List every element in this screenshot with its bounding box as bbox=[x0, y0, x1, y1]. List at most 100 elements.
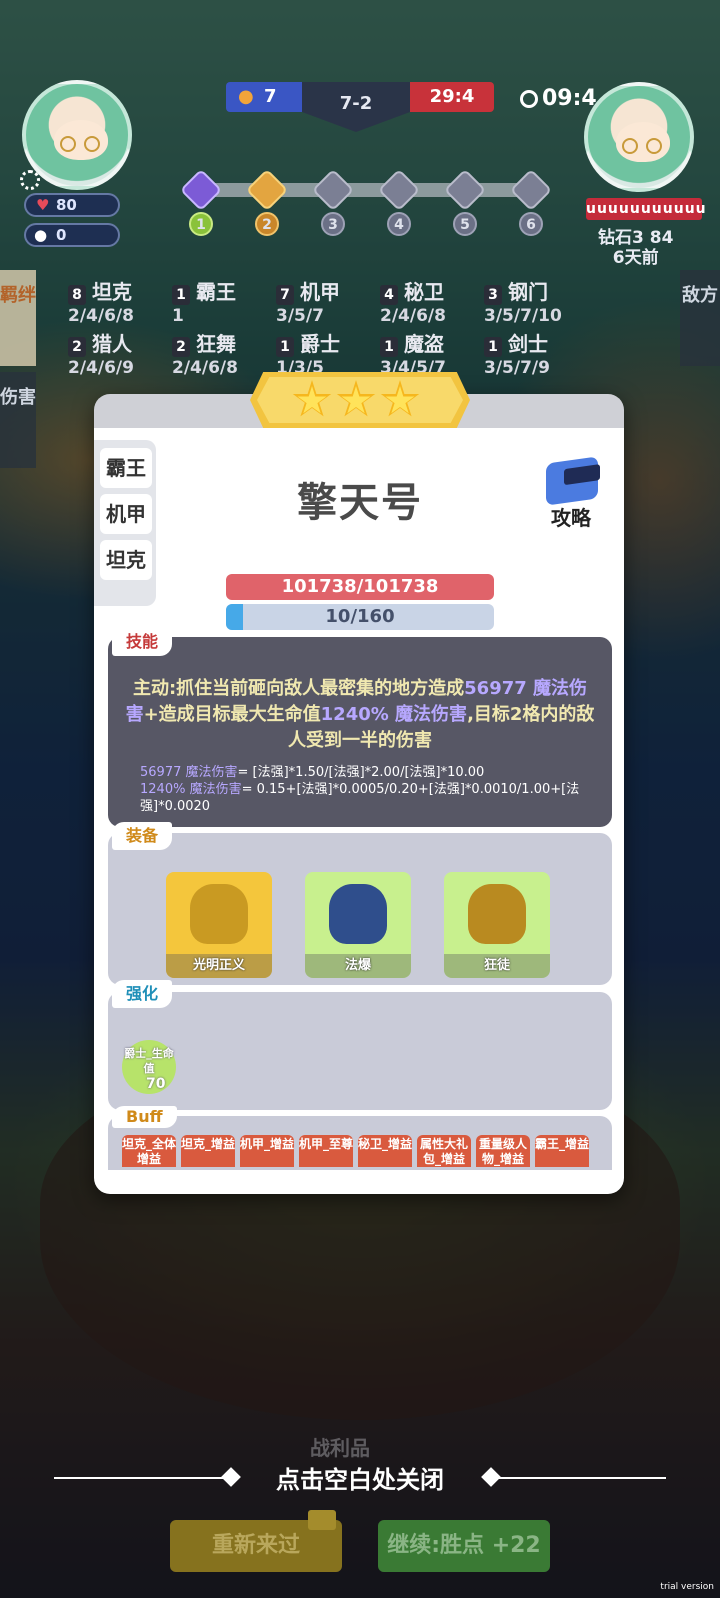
loot-label: 战利品 bbox=[310, 1436, 370, 1460]
trait-levels: 3/5/7/10 bbox=[484, 306, 562, 326]
enemy-score: 29:4 bbox=[410, 82, 494, 112]
trait-name: 狂舞 bbox=[196, 332, 236, 356]
trait-item[interactable]: 1 魔盗 3/4/5/7 bbox=[380, 328, 446, 378]
buff-tag-item[interactable]: 霸王_增益 bbox=[535, 1135, 589, 1167]
stage-number: 2 bbox=[255, 212, 279, 236]
trait-count: 8 bbox=[68, 285, 86, 305]
trait-levels: 2/4/6/9 bbox=[68, 358, 134, 378]
unit-trait-tag[interactable]: 坦克 bbox=[100, 540, 152, 580]
trait-count: 1 bbox=[380, 337, 398, 357]
trait-levels: 2/4/6/8 bbox=[380, 306, 446, 326]
clock-icon bbox=[520, 90, 538, 108]
stage-number: 3 bbox=[321, 212, 345, 236]
skill-tag: 技能 bbox=[112, 628, 173, 656]
unit-trait-tag[interactable]: 霸王 bbox=[100, 448, 152, 488]
trait-item[interactable]: 8 坦克 2/4/6/8 bbox=[68, 276, 134, 326]
trait-name: 魔盗 bbox=[404, 332, 444, 356]
stage-number: 5 bbox=[453, 212, 477, 236]
trait-name: 猎人 bbox=[92, 332, 132, 356]
trait-levels: 3/5/7 bbox=[276, 306, 324, 326]
buff-tag-item[interactable]: 机甲_至尊 bbox=[299, 1135, 353, 1167]
coin-icon: ● bbox=[34, 226, 48, 244]
buff-tag: Buff bbox=[112, 1106, 177, 1128]
graduation-cap-icon bbox=[546, 456, 600, 506]
enhance-tag: 强化 bbox=[112, 980, 173, 1008]
trait-name: 剑士 bbox=[508, 332, 548, 356]
unit-trait-list: 霸王 机甲 坦克 bbox=[94, 440, 156, 606]
equipment-slot[interactable]: 法爆 bbox=[305, 872, 411, 978]
buff-tag-item[interactable]: 秘卫_增益 bbox=[358, 1135, 412, 1167]
trait-item[interactable]: 2 猎人 2/4/6/9 bbox=[68, 328, 134, 378]
trait-item[interactable]: 1 霸王 1 bbox=[172, 276, 236, 326]
equipment-label: 光明正义 bbox=[166, 954, 272, 978]
trait-levels: 3/5/7/9 bbox=[484, 358, 550, 378]
close-hint-row[interactable]: 点击空白处关闭 bbox=[0, 1460, 720, 1496]
equipment-slot[interactable]: 光明正义 bbox=[166, 872, 272, 978]
trait-levels: 2/4/6/8 bbox=[172, 358, 238, 378]
enemy-hp-bar: uuuuuuuuuuu bbox=[586, 198, 706, 220]
equipment-label: 狂徒 bbox=[444, 954, 550, 978]
hearts-counter: ♥ 80 bbox=[24, 193, 120, 217]
trait-count: 4 bbox=[380, 285, 398, 305]
buff-tag-item[interactable]: 机甲_增益 bbox=[240, 1135, 294, 1167]
buff-tag-item[interactable]: 重量级人物_增益 bbox=[476, 1135, 530, 1167]
skill-formula: 56977 魔法伤害= [法强]*1.50/[法强]*2.00/[法强]*10.… bbox=[140, 765, 580, 814]
tab-enemy[interactable]: 敌方 bbox=[680, 270, 720, 366]
skill-description: 主动:抓住当前砸向敌人最密集的地方造成56977 魔法伤害+造成目标最大生命值1… bbox=[125, 678, 595, 751]
flame-icon: ● bbox=[238, 86, 254, 107]
video-icon bbox=[308, 1510, 336, 1530]
close-hint: 点击空白处关闭 bbox=[276, 1466, 444, 1494]
coins-counter: ● 0 bbox=[24, 223, 120, 247]
retry-button[interactable]: 重新来过 bbox=[170, 1510, 342, 1572]
player-avatar[interactable] bbox=[22, 80, 132, 190]
trait-levels: 2/4/6/8 bbox=[68, 306, 134, 326]
heart-icon: ♥ bbox=[36, 196, 50, 214]
match-timer: 09:4 bbox=[520, 86, 597, 111]
unit-trait-tag[interactable]: 机甲 bbox=[100, 494, 152, 534]
trait-item[interactable]: 1 爵士 1/3/5 bbox=[276, 328, 340, 378]
stage-number: 6 bbox=[519, 212, 543, 236]
buff-tag-item[interactable]: 属性大礼包_增益 bbox=[417, 1135, 471, 1167]
trait-count: 2 bbox=[68, 337, 86, 357]
trait-item[interactable]: 1 剑士 3/5/7/9 bbox=[484, 328, 550, 378]
enhance-item-value: 70 bbox=[146, 1076, 166, 1092]
equipment-art-icon bbox=[329, 884, 387, 944]
trait-count: 1 bbox=[484, 337, 502, 357]
trait-item[interactable]: 4 秘卫 2/4/6/8 bbox=[380, 276, 446, 326]
unit-name: 擎天号 bbox=[297, 480, 423, 526]
enhance-panel bbox=[108, 992, 612, 1110]
trait-count: 7 bbox=[276, 285, 294, 305]
enemy-avatar[interactable] bbox=[584, 82, 694, 192]
trait-count: 1 bbox=[276, 337, 294, 357]
equipment-slot[interactable]: 狂徒 bbox=[444, 872, 550, 978]
trait-name: 秘卫 bbox=[404, 280, 444, 304]
trait-name: 钢门 bbox=[508, 280, 548, 304]
trait-item[interactable]: 3 钢门 3/5/7/10 bbox=[484, 276, 562, 326]
trait-name: 坦克 bbox=[92, 280, 132, 304]
unit-hp-bar: 101738/101738 bbox=[226, 574, 494, 600]
trait-item[interactable]: 7 机甲 3/5/7 bbox=[276, 276, 340, 326]
trait-name: 机甲 bbox=[300, 280, 340, 304]
equipment-art-icon bbox=[468, 884, 526, 944]
watermark: trial version bbox=[660, 1582, 714, 1592]
tab-synergy[interactable]: 羁绊 bbox=[0, 270, 36, 366]
tab-damage[interactable]: 伤害 bbox=[0, 372, 36, 468]
settings-gear-icon[interactable] bbox=[20, 170, 40, 190]
trait-levels: 1 bbox=[172, 306, 184, 326]
buff-tag-item[interactable]: 坦克_全体增益 bbox=[122, 1135, 176, 1167]
trait-name: 霸王 bbox=[196, 280, 236, 304]
trait-count: 1 bbox=[172, 285, 190, 305]
player-score: ● 7 bbox=[226, 82, 302, 112]
trait-count: 3 bbox=[484, 285, 502, 305]
trait-item[interactable]: 2 狂舞 2/4/6/8 bbox=[172, 328, 238, 378]
trait-name: 爵士 bbox=[300, 332, 340, 356]
equipment-tag: 装备 bbox=[112, 822, 173, 850]
enemy-info: 钻石3 84 6天前 bbox=[598, 228, 674, 268]
trait-count: 2 bbox=[172, 337, 190, 357]
mana-fill bbox=[226, 604, 243, 630]
unit-mana-bar: 10/160 bbox=[226, 604, 494, 630]
continue-button[interactable]: 继续:胜点 +22 bbox=[378, 1520, 550, 1572]
buff-tag-item[interactable]: 坦克_增益 bbox=[181, 1135, 235, 1167]
guide-button[interactable]: 攻略 bbox=[536, 456, 606, 530]
equipment-art-icon bbox=[190, 884, 248, 944]
